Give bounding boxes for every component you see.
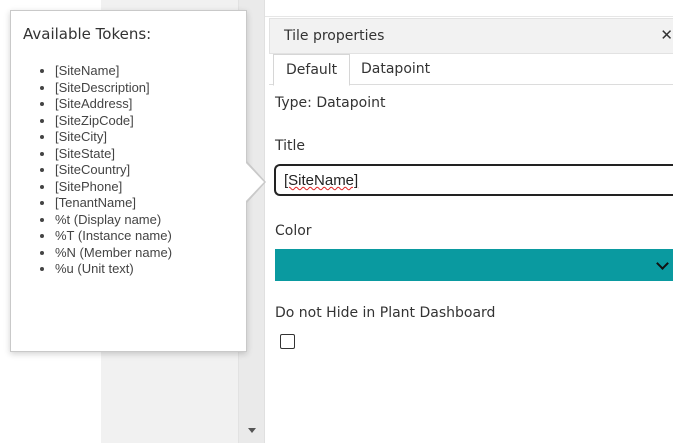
list-item: [SitePhone]: [55, 179, 172, 196]
scroll-down-icon[interactable]: [248, 428, 256, 433]
list-item: [SiteState]: [55, 146, 172, 163]
list-item: [TenantName]: [55, 195, 172, 212]
tab-bar: Default Datapoint: [269, 54, 673, 86]
popover-arrow-fill: [245, 162, 264, 202]
list-item: %N (Member name): [55, 245, 172, 262]
list-item: [SiteAddress]: [55, 96, 172, 113]
close-icon[interactable]: ✕: [660, 26, 673, 44]
tokens-popover: Available Tokens: [SiteName] [SiteDescri…: [10, 10, 247, 352]
tile-properties-panel: Tile properties ✕ Default Datapoint: [264, 0, 673, 443]
color-label: Color: [275, 223, 312, 239]
list-item: [SiteCity]: [55, 129, 172, 146]
list-item: %T (Instance name): [55, 228, 172, 245]
hide-in-dashboard-checkbox[interactable]: [280, 334, 295, 349]
token-list: [SiteName] [SiteDescription] [SiteAddres…: [39, 63, 172, 278]
chevron-down-icon[interactable]: [656, 257, 669, 270]
type-text: Type: Datapoint: [275, 95, 386, 111]
color-select[interactable]: [275, 249, 673, 281]
title-input[interactable]: [SiteName]: [274, 164, 673, 196]
list-item: [SiteCountry]: [55, 162, 172, 179]
panel-header: Tile properties ✕: [269, 18, 673, 54]
tab-default[interactable]: Default: [273, 54, 351, 86]
list-item: %u (Unit text): [55, 261, 172, 278]
list-item: %t (Display name): [55, 212, 172, 229]
panel-top-strip: [265, 0, 673, 17]
list-item: [SiteDescription]: [55, 80, 172, 97]
list-item: [SiteZipCode]: [55, 113, 172, 130]
title-input-value: [SiteName]: [284, 172, 359, 189]
panel-title: Tile properties: [284, 28, 385, 44]
list-item: [SiteName]: [55, 63, 172, 80]
hide-checkbox-label: Do not Hide in Plant Dashboard: [275, 305, 496, 321]
popover-title: Available Tokens:: [23, 25, 152, 43]
tab-datapoint[interactable]: Datapoint: [349, 54, 442, 84]
title-label: Title: [275, 138, 306, 154]
